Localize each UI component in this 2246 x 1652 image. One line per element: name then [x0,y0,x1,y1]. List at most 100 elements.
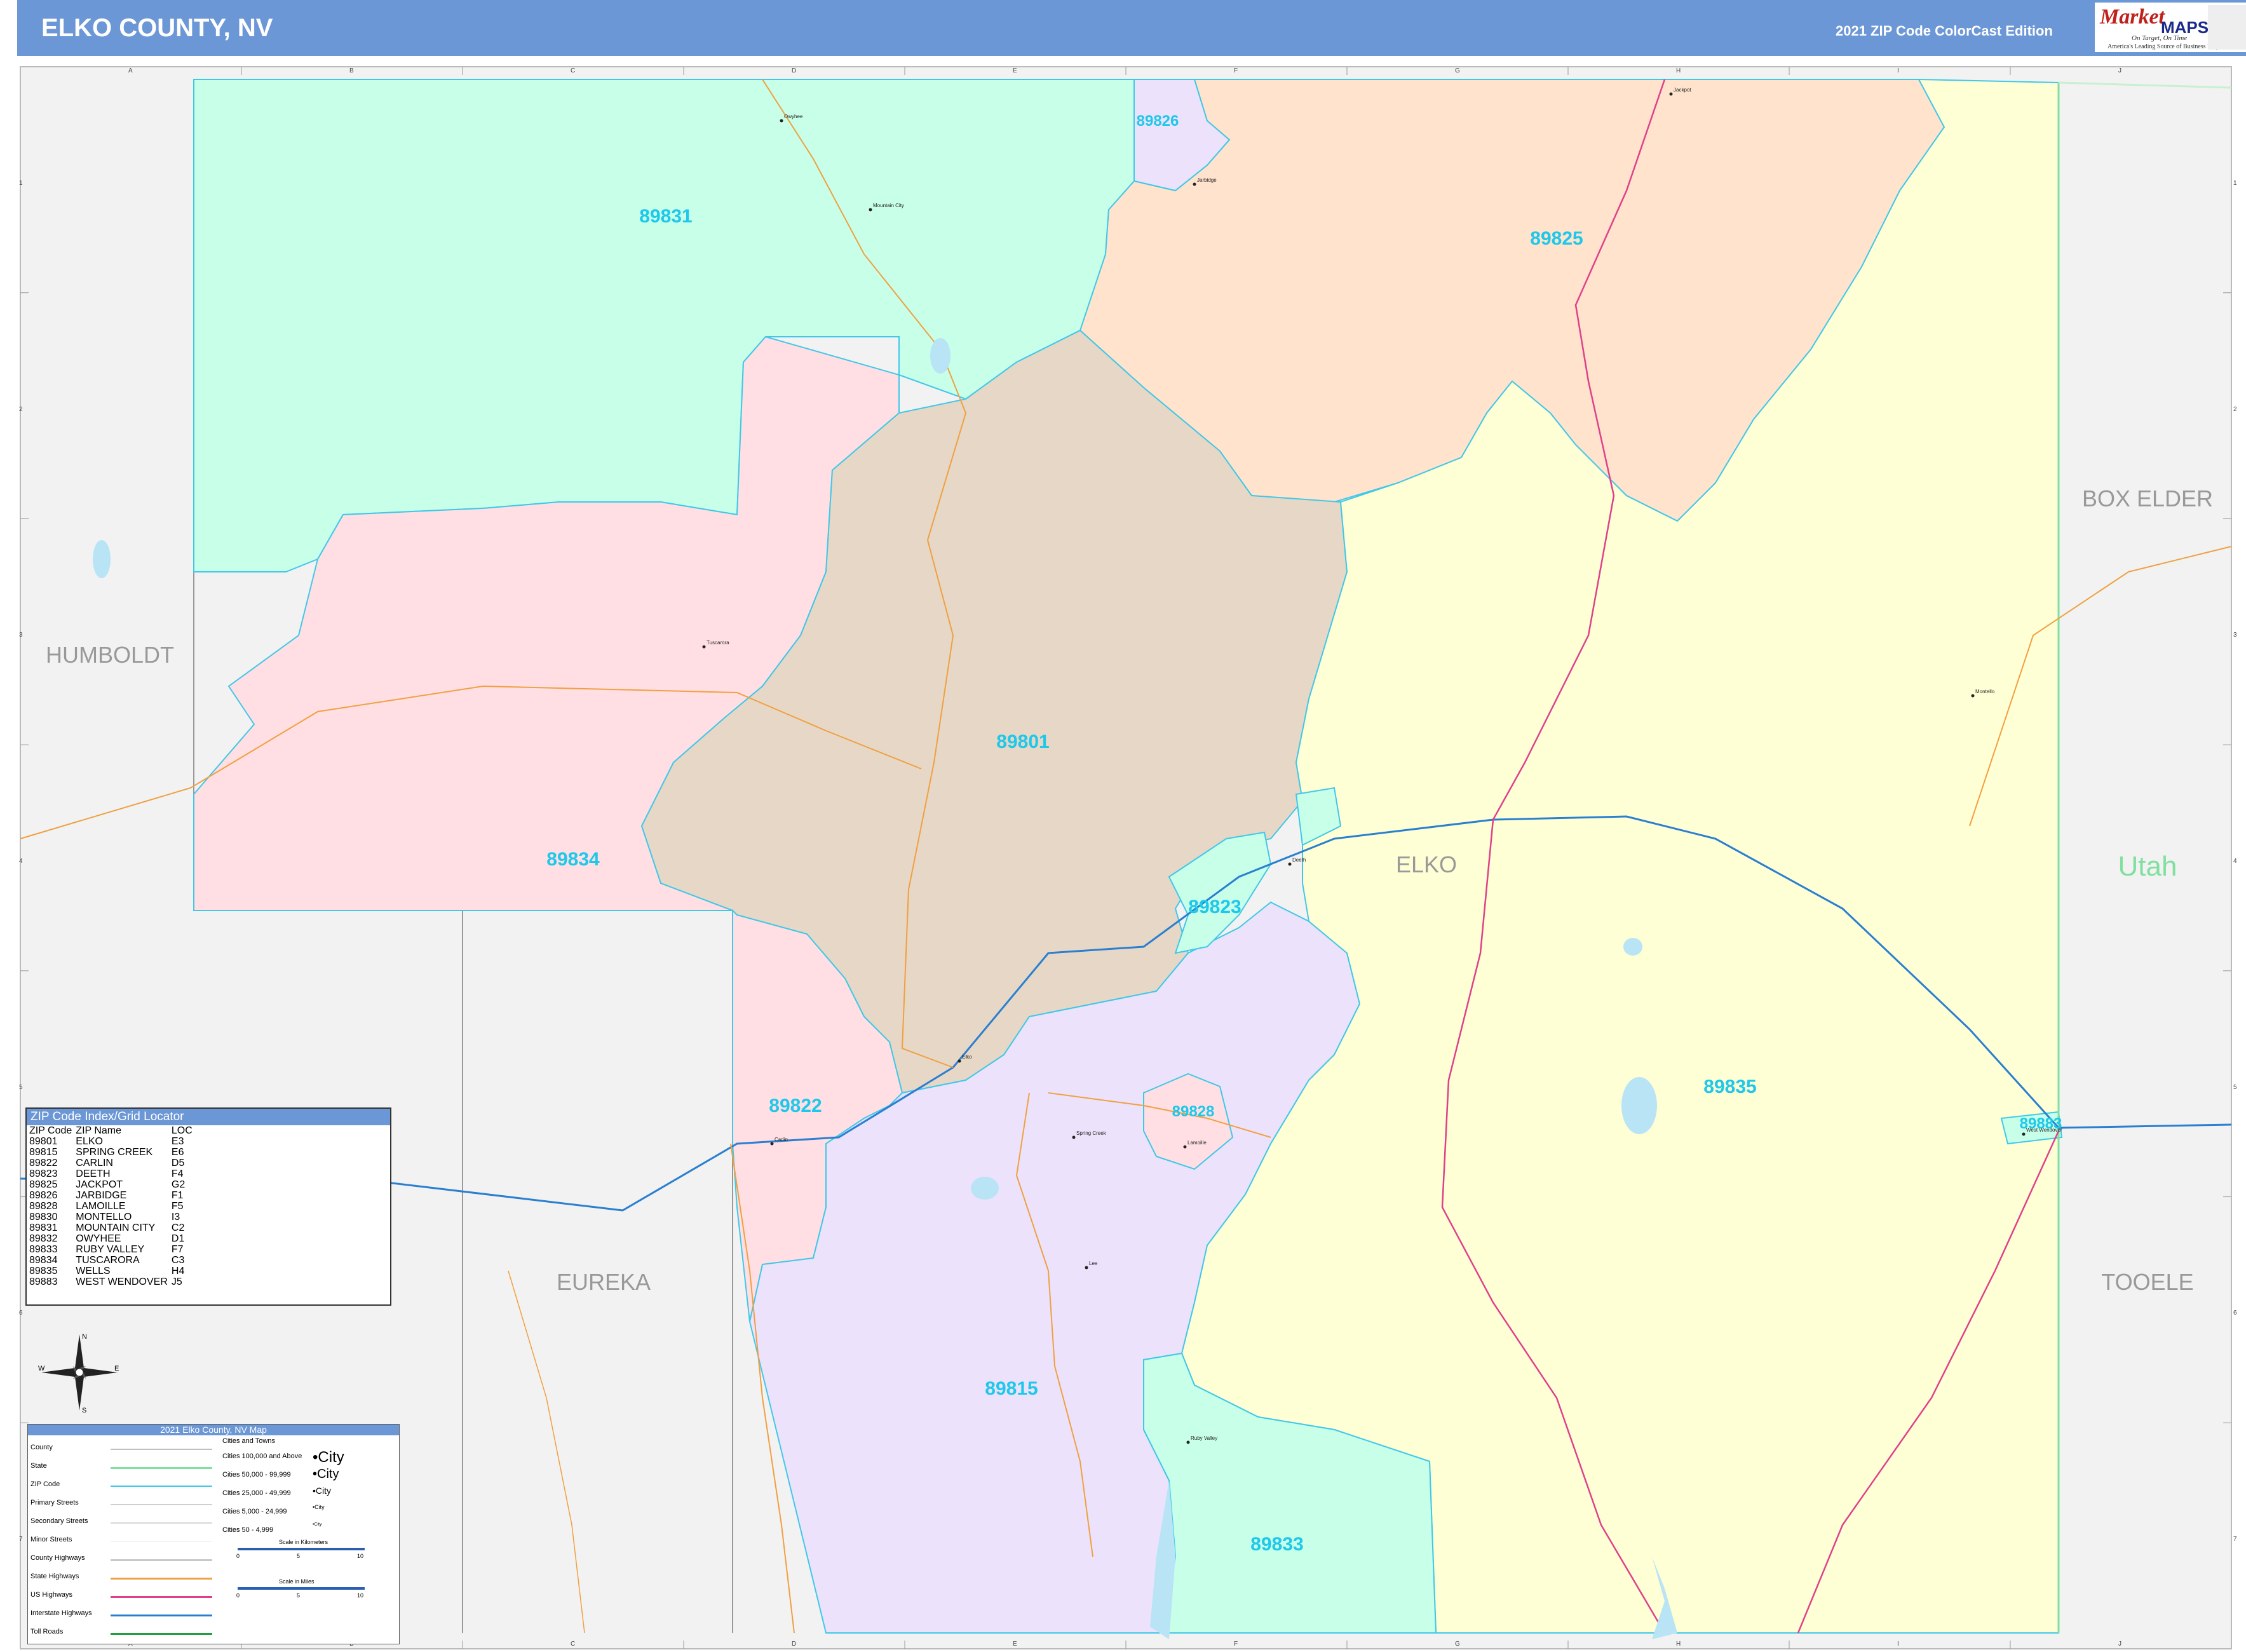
town-dot [702,645,706,649]
grid-row-label: 1 [2233,179,2237,187]
grid-column-label: F [1234,1641,1238,1648]
zip-index-zip: 89834 [29,1255,58,1266]
grid-row-label: 3 [2233,632,2237,639]
zip-index-loc: D1 [171,1233,185,1244]
town-dot [1288,862,1292,866]
legend-line-swatch [111,1633,212,1635]
town-label: Lamoille [1187,1140,1207,1146]
grid-column-label: G [1455,1641,1460,1648]
zip-index-zip: 89825 [29,1179,58,1190]
grid-column-label: D [792,1641,797,1648]
legend-item-label: ZIP Code [30,1480,60,1488]
town-label: Carlin [775,1137,788,1142]
zip-index-zip: 89815 [29,1147,58,1158]
zip-index-col-loc: LOC [171,1125,193,1136]
lake [971,1177,999,1200]
zip-index-loc: J5 [171,1276,182,1287]
zip-index-row: 89825 JACKPOT G2 [29,1179,196,1190]
legend-item-label: Interstate Highways [30,1609,92,1617]
zip-index-row: 89801 ELKO E3 [29,1136,196,1147]
grid-row-label: 6 [19,1310,23,1317]
grid-column-label: E [1013,67,1017,74]
zip-label-89815: 89815 [985,1378,1038,1399]
legend-line-swatch [111,1522,212,1524]
grid-column-label: F [1234,67,1238,74]
zip-code-index: ZIP Code Index/Grid Locator ZIP Code ZIP… [25,1107,391,1306]
zip-index-zip: 89832 [29,1233,58,1244]
zip-index-row: 89831 MOUNTAIN CITY C2 [29,1222,196,1233]
legend-scale-title: Scale in Miles [279,1578,315,1585]
grid-row-label: 5 [2233,1083,2237,1091]
county-map: Owyhee Mountain City Jarbidge Jackpot Tuscar… [20,66,2232,1649]
zip-index-loc: C2 [171,1222,185,1233]
town-dot [1186,1440,1190,1444]
legend-city-class: Cities 100,000 and Above [222,1452,302,1460]
legend-line-swatch [111,1504,212,1505]
town-dot [869,208,872,212]
zip-index-name: DEETH [76,1168,111,1179]
compass-s: S [82,1407,86,1414]
town-dot [770,1142,774,1146]
grid-row-label: 2 [19,405,23,413]
town-label: Spring Creek [1076,1130,1107,1136]
compass-e: E [114,1365,119,1372]
zip-index-zip: 89883 [29,1276,58,1287]
grid-column-label: D [792,67,797,74]
zip-index-table: ZIP Code ZIP Name LOC 89801 ELKO E3 89815 SP… [29,1125,196,1287]
zip-index-loc: E6 [171,1147,184,1158]
zip-label-89834: 89834 [546,849,600,870]
label-box-elder: BOX ELDER [2082,485,2213,511]
lake [93,540,111,578]
legend-city-class: Cities 50,000 - 99,999 [222,1471,291,1479]
legend-line-swatch [111,1615,212,1616]
grid-row-label: 5 [19,1083,23,1091]
legend-scale-tick: 10 [357,1553,364,1559]
town-dot [1072,1135,1076,1139]
grid-row-label: 3 [19,632,23,639]
town-dot [1085,1266,1088,1269]
legend-city-sample: •City [313,1522,322,1527]
label-eureka: EUREKA [557,1269,651,1295]
zip-index-zip: 89833 [29,1244,58,1255]
town-label: Elko [962,1054,972,1060]
legend-item-label: State [30,1462,47,1470]
zip-index-row: 89823 DEETH F4 [29,1168,196,1179]
town-dot [1193,182,1196,186]
legend-scale-bar [238,1587,365,1590]
grid-column-label: C [571,1641,576,1648]
zip-index-header-row: ZIP Code ZIP Name LOC [29,1125,196,1136]
zip-label-89823: 89823 [1188,897,1241,917]
grid-row-label: 4 [2233,858,2237,865]
zip-index-name: MONTELLO [76,1212,132,1222]
legend-city-class: Cities 5,000 - 24,999 [222,1508,287,1515]
legend-scale-title: Scale in Kilometers [279,1539,328,1545]
zip-index-loc: F5 [171,1201,184,1212]
zip-index-name: WELLS [76,1266,111,1276]
legend-line-swatch [111,1449,212,1450]
legend-city-class: Cities 50 - 4,999 [222,1526,274,1534]
legend-item-label: Toll Roads [30,1628,64,1635]
grid-column-label: G [1455,67,1460,74]
grid-row-label: 1 [19,179,23,187]
grid-row-label: 4 [19,858,23,865]
legend-city-sample: •City [313,1467,339,1481]
zip-label-89825: 89825 [1530,228,1583,249]
zip-index-row: 89815 SPRING CREEK E6 [29,1147,196,1158]
legend-item-label: County Highways [30,1554,85,1562]
legend-line-swatch [111,1467,212,1469]
grid-column-label: H [1676,1641,1681,1648]
legend-title: 2021 Elko County, NV Map [28,1425,399,1435]
zip-index-row: 89883 WEST WENDOVER J5 [29,1276,196,1287]
town-dot [1971,694,1975,698]
zip-index-name: JACKPOT [76,1179,123,1190]
zip-index-name: JARBIDGE [76,1190,127,1201]
zip-index-loc: D5 [171,1158,185,1168]
legend-scale-tick: 0 [236,1553,240,1559]
legend-item-label: State Highways [30,1573,79,1580]
zip-index-row: 89835 WELLS H4 [29,1266,196,1276]
zip-index-name: OWYHEE [76,1233,121,1244]
town-dot [1669,92,1673,96]
map-legend: 2021 Elko County, NV Map County State ZIP … [27,1424,400,1644]
legend-scale-tick: 5 [297,1592,301,1599]
legend-city-sample: •City [313,1449,344,1466]
